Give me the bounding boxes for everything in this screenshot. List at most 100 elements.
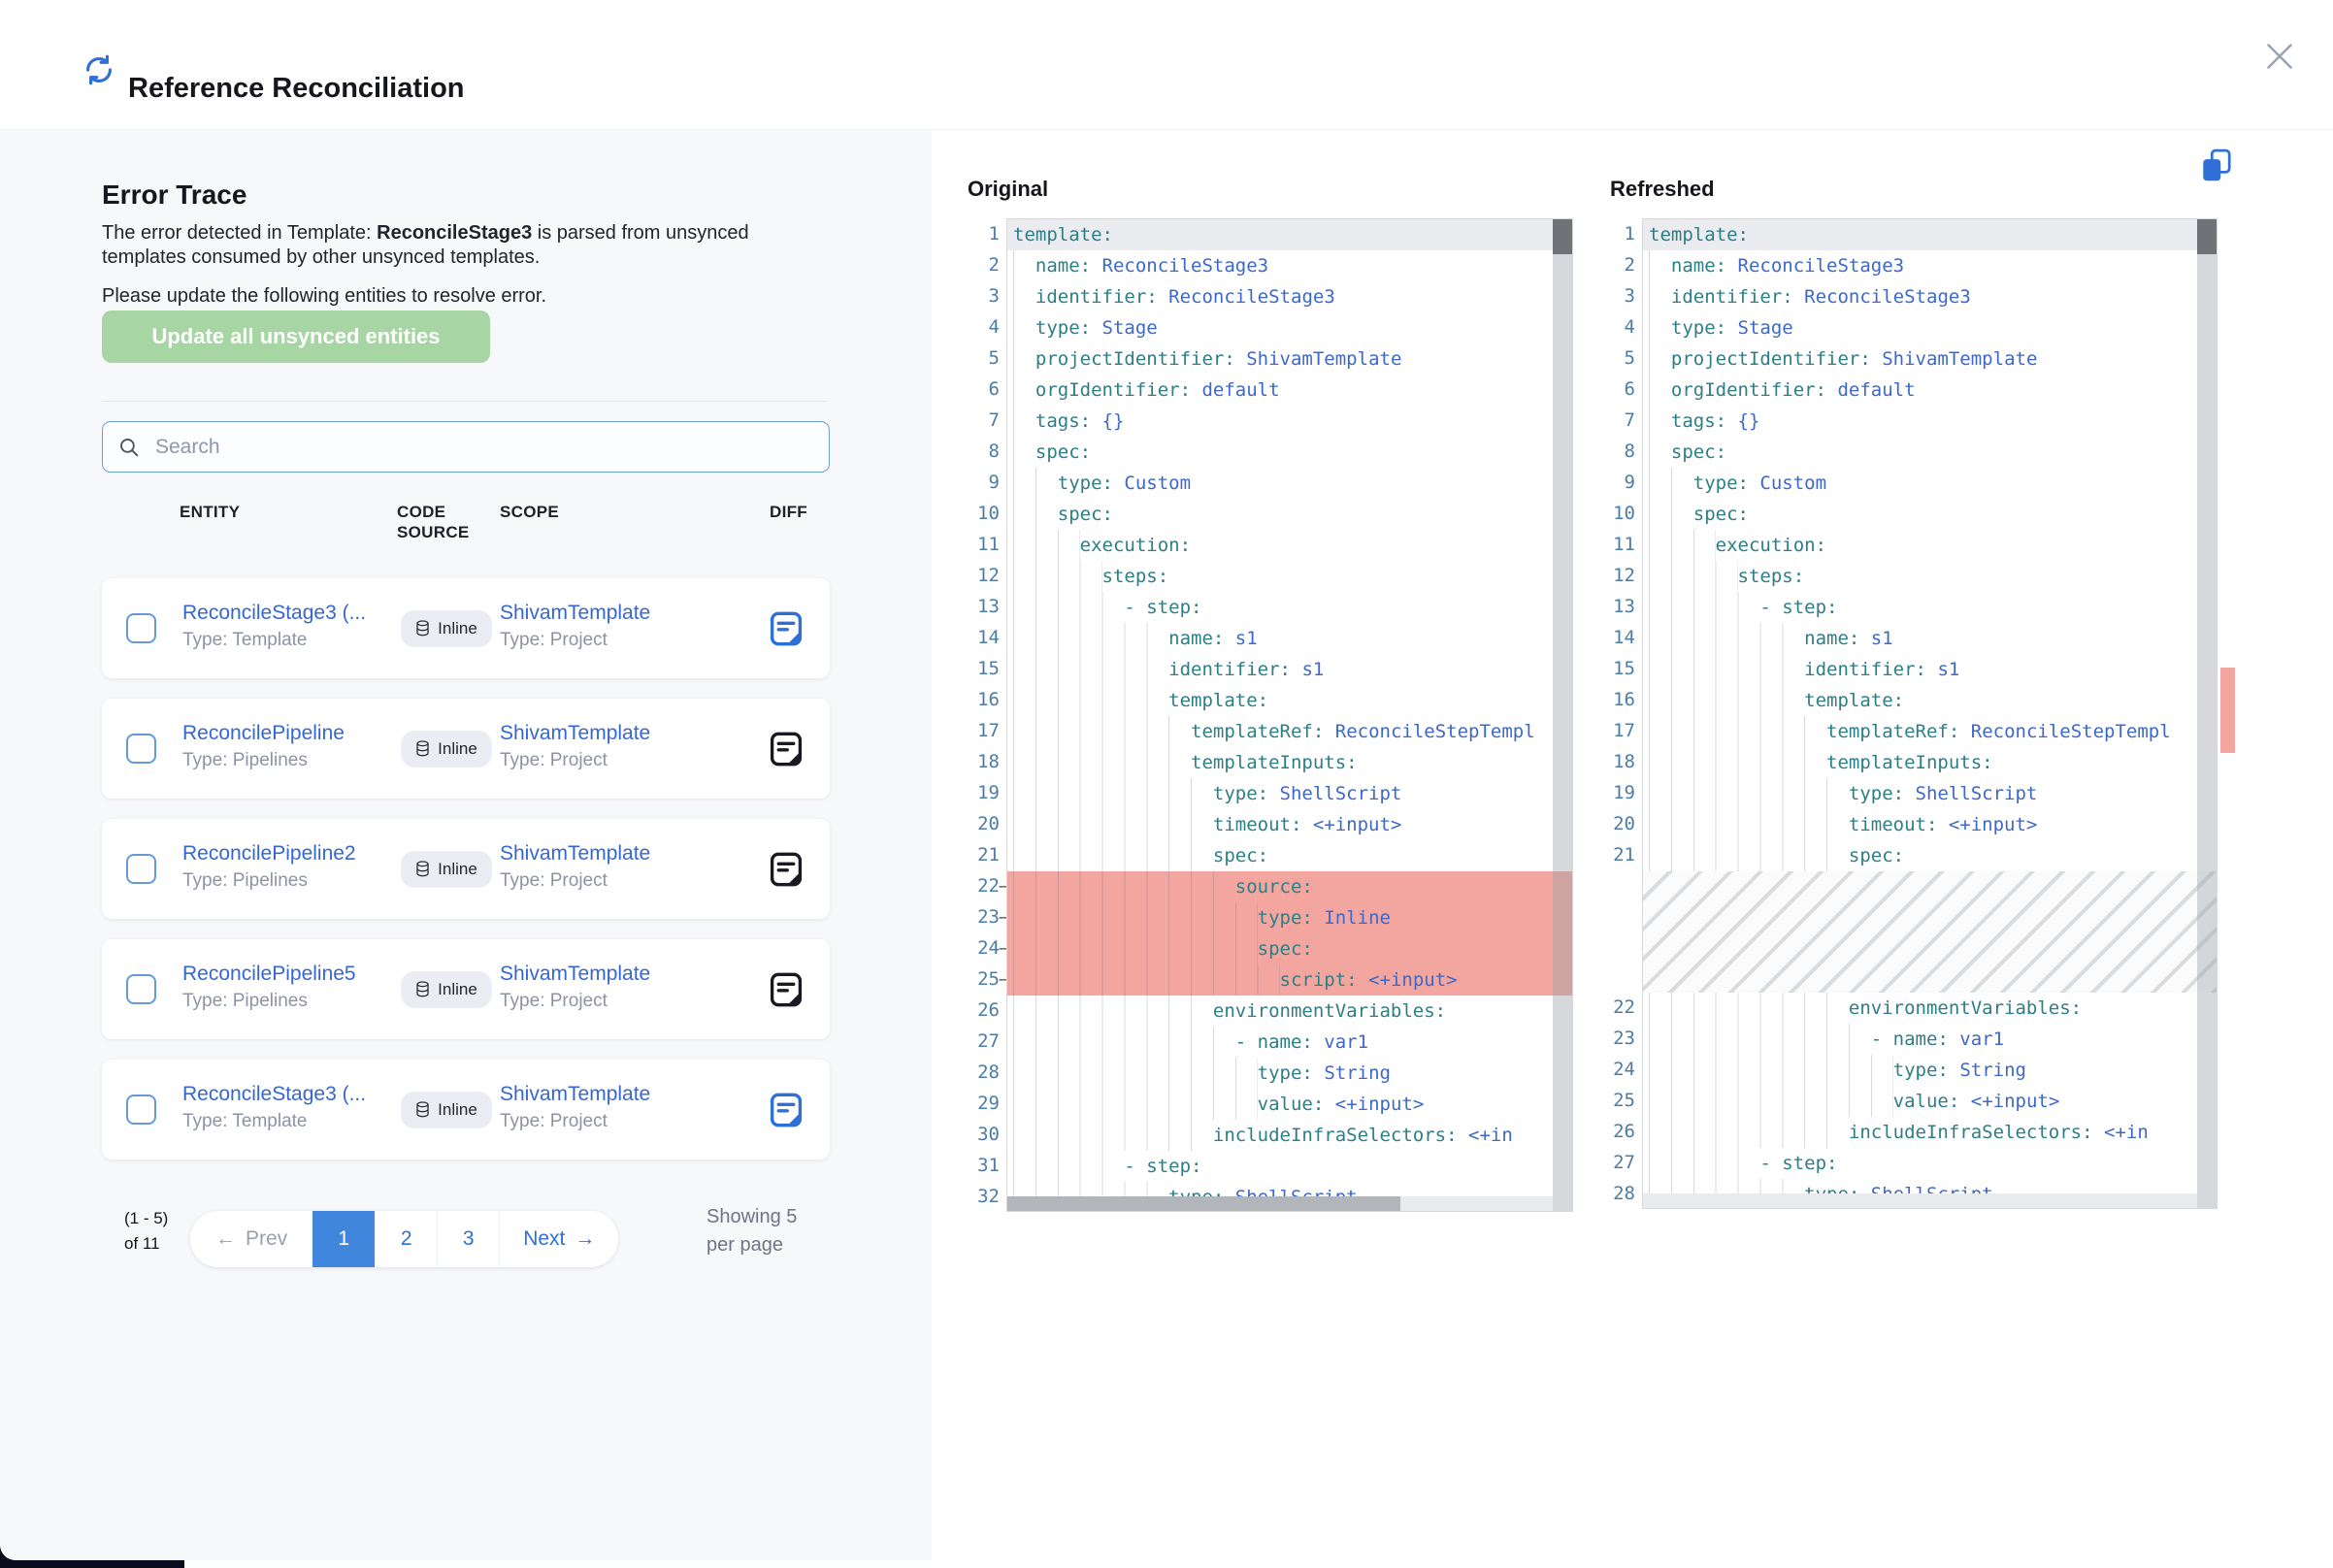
scope-link[interactable]: ShivamTemplate: [500, 1081, 650, 1108]
code-line: value: <+input>: [1007, 1089, 1572, 1120]
code-line: tags: {}: [1643, 406, 2217, 437]
entity-link[interactable]: ReconcilePipeline: [182, 720, 345, 747]
code-line: type: ShellScript: [1643, 778, 2217, 809]
entity-link[interactable]: ReconcilePipeline2: [182, 840, 356, 867]
scope-link[interactable]: ShivamTemplate: [500, 961, 650, 988]
line-number: 25–: [963, 964, 1000, 995]
code-line: templateRef: ReconcileStepTempl: [1643, 716, 2217, 747]
refreshed-title: Refreshed: [1610, 177, 1715, 202]
line-number: 8: [1598, 436, 1635, 467]
database-icon: [415, 861, 430, 877]
column-header-diff: DIFF: [770, 502, 807, 522]
code-line: - step:: [1007, 1151, 1572, 1182]
entity-link[interactable]: ReconcilePipeline5: [182, 961, 356, 988]
scope-cell: ShivamTemplateType: Project: [500, 720, 650, 773]
row-checkbox[interactable]: [126, 854, 156, 884]
reconcile-sync-icon: [82, 52, 116, 87]
diff-icon-button[interactable]: [770, 611, 803, 646]
code-line: templateRef: ReconcileStepTempl: [1007, 716, 1572, 747]
scrollbar-thumb[interactable]: [2197, 219, 2217, 254]
entity-cell: ReconcilePipeline5Type: Pipelines: [182, 961, 356, 1014]
page-button-3[interactable]: 3: [437, 1211, 499, 1267]
badge-label: Inline: [438, 619, 477, 638]
line-number: 21: [963, 839, 1000, 870]
entity-cell: ReconcilePipelineType: Pipelines: [182, 720, 345, 773]
line-number: 6: [1598, 374, 1635, 405]
entity-link[interactable]: ReconcileStage3 (...: [182, 600, 366, 627]
line-number: 19: [963, 777, 1000, 808]
code-line: environmentVariables:: [1007, 996, 1572, 1027]
original-title: Original: [968, 177, 1048, 202]
code-line: includeInfraSelectors: <+in: [1007, 1120, 1572, 1151]
scope-link[interactable]: ShivamTemplate: [500, 600, 650, 627]
diff-icon-button[interactable]: [770, 1093, 803, 1127]
next-button[interactable]: Next→: [499, 1211, 618, 1267]
code-line: spec:: [1643, 840, 2217, 871]
badge-label: Inline: [438, 739, 477, 759]
page-size-note: Showing 5 per page: [706, 1203, 807, 1259]
diff-icon-button[interactable]: [770, 972, 803, 1007]
code-line: templateInputs:: [1643, 747, 2217, 778]
column-header-scope: SCOPE: [500, 502, 559, 522]
table-row: ReconcilePipeline5Type: PipelinesInlineS…: [102, 939, 830, 1039]
copy-icon[interactable]: [2199, 147, 2234, 184]
line-number: 22–: [963, 870, 1000, 901]
code-line: - step:: [1007, 592, 1572, 623]
line-number: 12: [1598, 560, 1635, 591]
update-all-unsynced-button[interactable]: Update all unsynced entities: [102, 310, 490, 363]
row-checkbox[interactable]: [126, 613, 156, 643]
code-line: spec:: [1007, 499, 1572, 530]
close-icon[interactable]: [2265, 42, 2294, 71]
code-line: name: s1: [1007, 623, 1572, 654]
original-gutter: 12345678910111213141516171819202122–23–2…: [963, 218, 1000, 1212]
row-checkbox[interactable]: [126, 1094, 156, 1125]
panel-divider: [102, 401, 827, 402]
code-line: execution:: [1007, 530, 1572, 561]
row-checkbox[interactable]: [126, 974, 156, 1004]
vertical-scrollbar[interactable]: [1553, 219, 1572, 1211]
scrollbar-thumb[interactable]: [1007, 1196, 1400, 1211]
original-code-wrap: 12345678910111213141516171819202122–23–2…: [963, 218, 1573, 1212]
line-number: 14: [1598, 622, 1635, 653]
search-input[interactable]: [153, 435, 813, 460]
line-number: 3: [1598, 280, 1635, 311]
line-number: 3: [963, 280, 1000, 311]
horizontal-scrollbar[interactable]: [1643, 1193, 2197, 1208]
error-trace-panel: Error Trace The error detected in Templa…: [0, 130, 932, 1560]
line-number: 13: [1598, 591, 1635, 622]
vertical-scrollbar[interactable]: [2197, 219, 2217, 1208]
diff-document-icon: [770, 732, 803, 767]
prev-button[interactable]: ←Prev: [190, 1211, 312, 1267]
scope-link[interactable]: ShivamTemplate: [500, 720, 650, 747]
line-number: 27: [1598, 1147, 1635, 1178]
entity-link[interactable]: ReconcileStage3 (...: [182, 1081, 366, 1108]
scope-link[interactable]: ShivamTemplate: [500, 840, 650, 867]
scrollbar-thumb[interactable]: [1553, 219, 1572, 254]
code-line: type: ShellScript: [1007, 778, 1572, 809]
line-number: 29: [963, 1088, 1000, 1119]
row-checkbox[interactable]: [126, 734, 156, 764]
diff-icon-button[interactable]: [770, 732, 803, 767]
diff-icon-button[interactable]: [770, 852, 803, 887]
code-line: timeout: <+input>: [1643, 809, 2217, 840]
line-number: 30: [963, 1119, 1000, 1150]
line-number: 20: [1598, 808, 1635, 839]
page-button-1[interactable]: 1: [312, 1211, 375, 1267]
database-icon: [415, 620, 430, 637]
code-line: - name: var1: [1007, 1027, 1572, 1058]
scope-cell: ShivamTemplateType: Project: [500, 1081, 650, 1134]
code-line: identifier: s1: [1007, 654, 1572, 685]
line-number: 15: [1598, 653, 1635, 684]
diff-removed-marker: [2220, 668, 2235, 753]
code-line: type: Custom: [1007, 468, 1572, 499]
horizontal-scrollbar[interactable]: [1007, 1196, 1553, 1211]
table-row: ReconcileStage3 (...Type: TemplateInline…: [102, 1060, 830, 1160]
code-line: includeInfraSelectors: <+in: [1643, 1117, 2217, 1148]
page-button-2[interactable]: 2: [375, 1211, 437, 1267]
line-number: 14: [963, 622, 1000, 653]
entity-type: Type: Pipelines: [182, 867, 356, 894]
badge-label: Inline: [438, 1100, 477, 1120]
database-icon: [415, 740, 430, 757]
search-box: [102, 421, 830, 473]
line-number: 32: [963, 1181, 1000, 1212]
